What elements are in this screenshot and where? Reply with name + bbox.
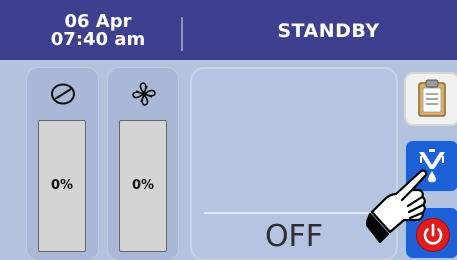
time-label: 07:40 am bbox=[50, 29, 146, 50]
compressor-gauge-value: 0% bbox=[50, 178, 74, 193]
status-label: STANDBY bbox=[277, 20, 380, 42]
compressor-gauge: 0% bbox=[38, 120, 86, 252]
header-bar: 06 Apr 07:40 am STANDBY bbox=[0, 0, 457, 60]
pointing-hand-icon bbox=[366, 169, 428, 244]
date-time-display[interactable]: 06 Apr 07:40 am bbox=[28, 13, 168, 49]
report-button[interactable] bbox=[404, 72, 457, 126]
compressor-panel[interactable]: 0% bbox=[26, 67, 99, 260]
header-divider bbox=[181, 17, 183, 51]
compressor-icon bbox=[51, 83, 75, 105]
fan-gauge: 0% bbox=[119, 120, 167, 252]
clipboard-icon bbox=[418, 79, 446, 117]
fan-panel[interactable]: 0% bbox=[107, 67, 179, 260]
controller-screen: 06 Apr 07:40 am STANDBY 0% 0% OFF bbox=[0, 0, 457, 260]
fan-gauge-value: 0% bbox=[131, 178, 155, 193]
fan-icon bbox=[132, 82, 156, 106]
main-divider-line bbox=[204, 212, 386, 214]
